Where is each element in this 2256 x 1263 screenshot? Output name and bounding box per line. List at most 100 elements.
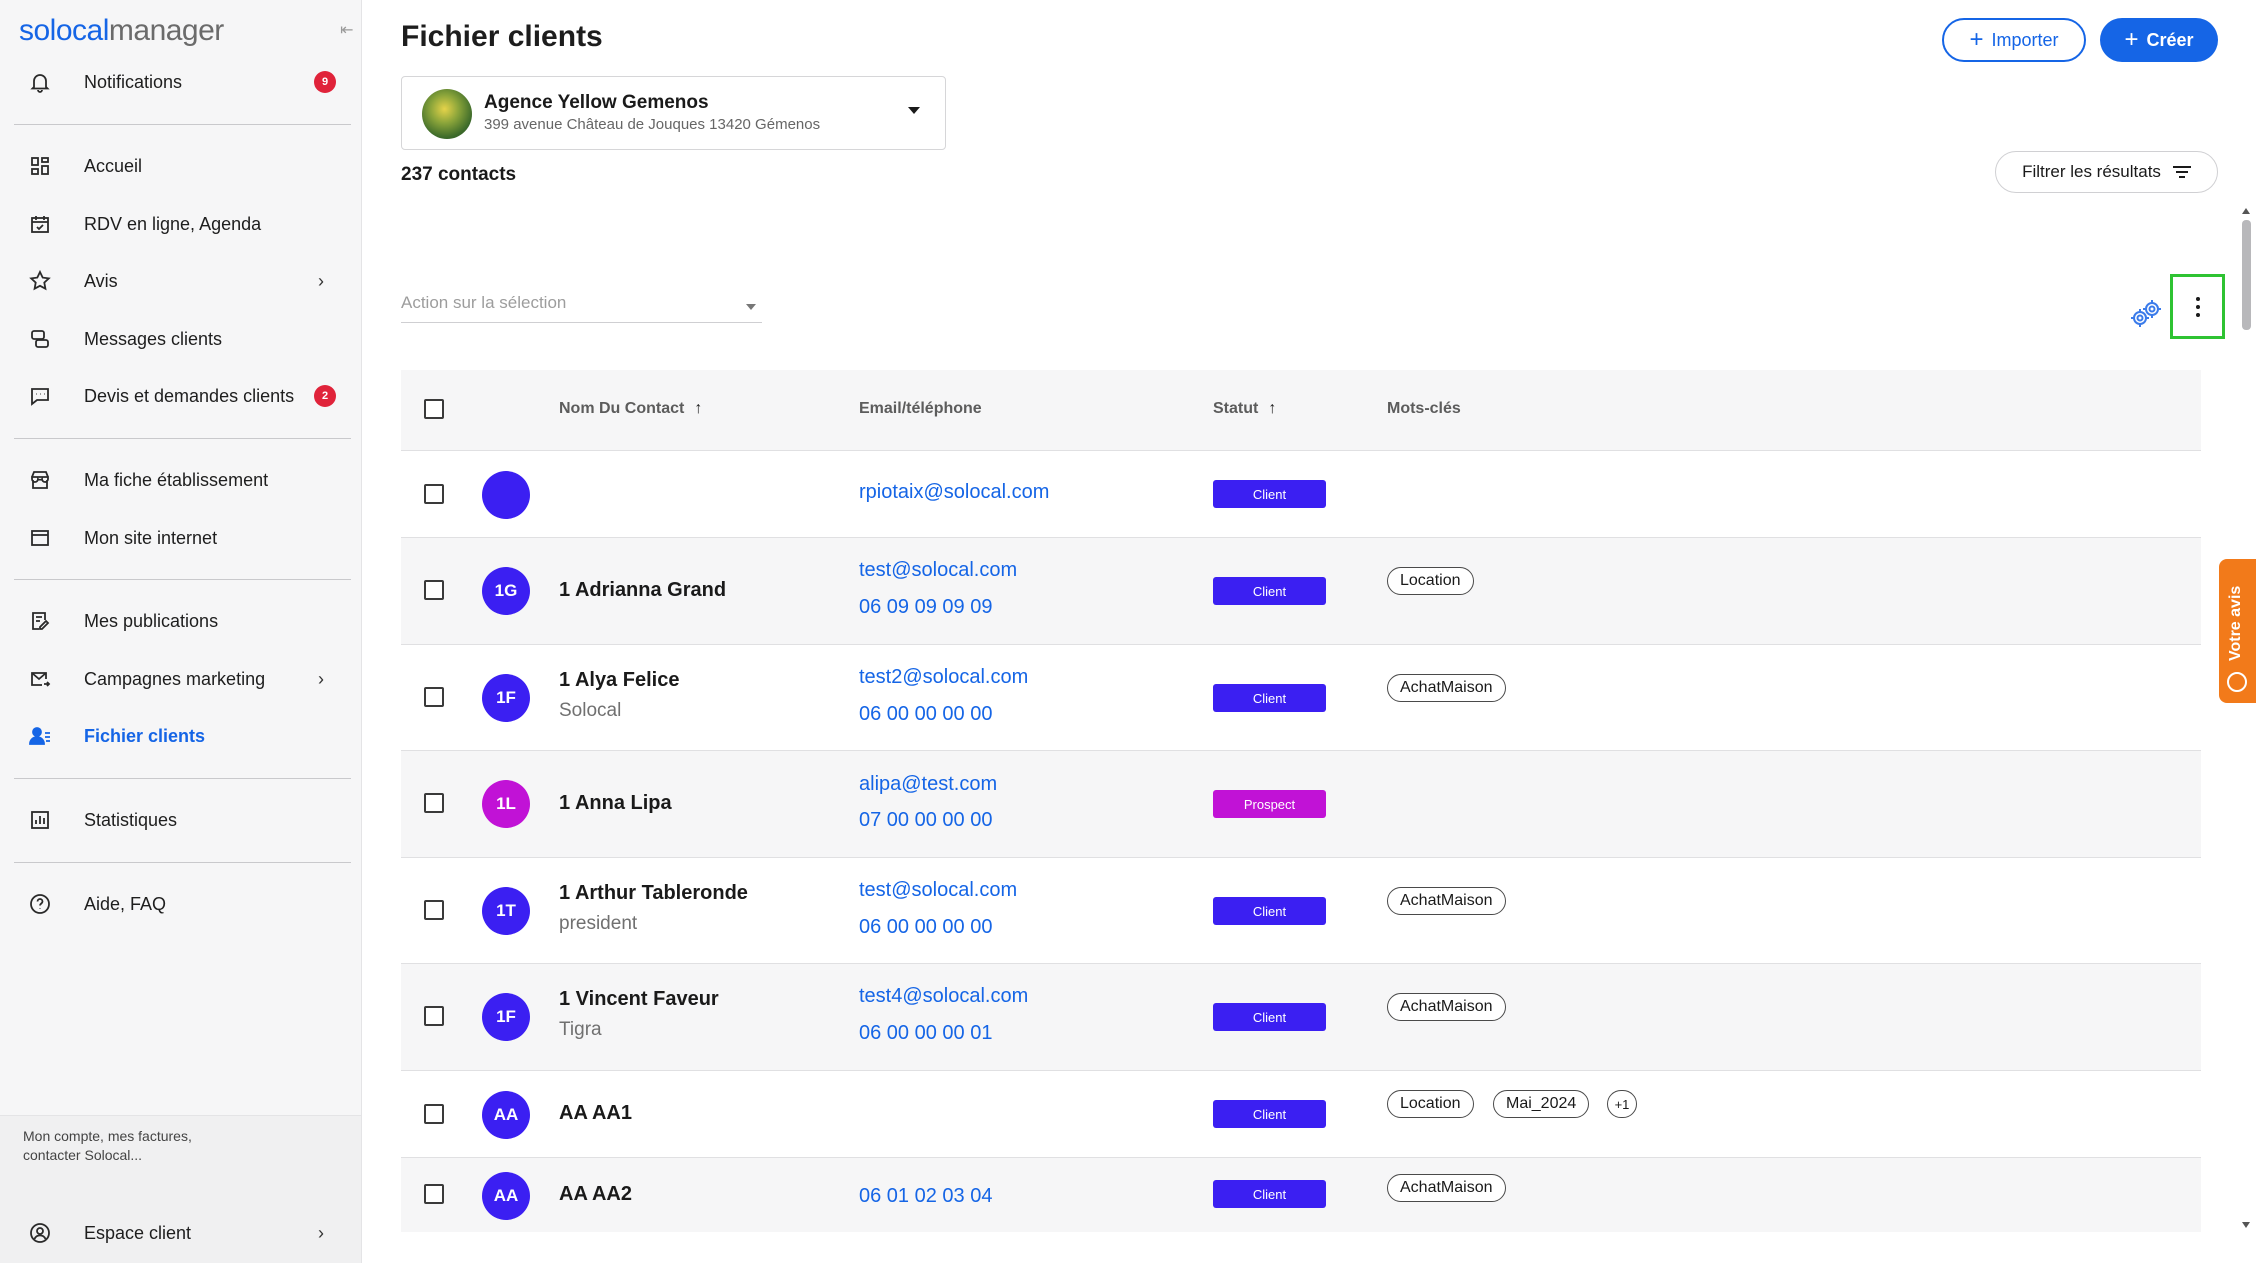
sidebar-item-agenda[interactable]: RDV en ligne, Agenda [14, 201, 350, 247]
more-options-button[interactable] [2170, 274, 2225, 339]
calendar-icon [18, 209, 62, 239]
table-row[interactable]: rpiotaix@solocal.com Client [401, 451, 2201, 538]
row-checkbox[interactable] [424, 900, 444, 920]
avatar: AA [482, 1091, 530, 1139]
contact-company: Tigra [559, 1019, 602, 1040]
contact-company: president [559, 913, 638, 934]
column-header-keywords: Mots-clés [1387, 400, 1461, 417]
contact-name[interactable]: 1 Anna Lipa [559, 792, 672, 815]
keyword-tag: AchatMaison [1387, 674, 1506, 702]
sidebar-item-avis[interactable]: Avis › [14, 258, 350, 304]
agency-selector[interactable]: Agence Yellow Gemenos 399 avenue Château… [401, 76, 946, 150]
sidebar-item-statistiques[interactable]: Statistiques [14, 797, 350, 843]
contact-email[interactable]: rpiotaix@solocal.com [859, 481, 1049, 504]
devis-badge: 2 [314, 385, 336, 407]
scrollbar[interactable] [2240, 208, 2252, 1233]
chevron-right-icon: › [318, 270, 324, 291]
scroll-up-icon[interactable] [2242, 208, 2250, 214]
table-row[interactable]: AA AA AA1 Client Location Mai_2024 +1 [401, 1071, 2201, 1158]
contact-name[interactable]: 1 Vincent Faveur [559, 988, 719, 1011]
scroll-down-icon[interactable] [2242, 1222, 2250, 1228]
settings-gears-icon[interactable] [2126, 294, 2166, 334]
row-checkbox[interactable] [424, 793, 444, 813]
sidebar-item-fiche[interactable]: Ma fiche établissement [14, 457, 350, 503]
solocal-logo[interactable]: solocalmanager [19, 14, 224, 48]
contact-phone[interactable]: 07 00 00 00 00 [859, 809, 992, 832]
sidebar-item-publications[interactable]: Mes publications [14, 598, 350, 644]
keyword-tag: Location [1387, 1090, 1474, 1118]
status-badge: Client [1213, 577, 1326, 605]
table-row[interactable]: 1F 1 Vincent Faveur Tigra test4@solocal.… [401, 964, 2201, 1071]
column-header-status[interactable]: Statut ↑ [1213, 400, 1276, 418]
keyword-tag: AchatMaison [1387, 1174, 1506, 1202]
select-all-checkbox[interactable] [424, 399, 444, 419]
contacts-count: 237 contacts [401, 164, 517, 185]
contact-phone[interactable]: 06 00 00 00 00 [859, 703, 992, 726]
avatar [482, 471, 530, 519]
column-header-name[interactable]: Nom Du Contact ↑ [559, 400, 702, 418]
help-icon [18, 889, 62, 919]
bulk-action-select[interactable]: Action sur la sélection [401, 293, 762, 323]
chevron-right-icon: › [318, 1222, 324, 1243]
account-section: Mon compte, mes factures, contacter Solo… [0, 1115, 361, 1263]
import-button[interactable]: + Importer [1942, 18, 2086, 62]
contact-name[interactable]: AA AA1 [559, 1102, 632, 1125]
sidebar-item-campagnes[interactable]: Campagnes marketing › [14, 656, 350, 702]
keyword-tag: AchatMaison [1387, 993, 1506, 1021]
contact-email[interactable]: test@solocal.com [859, 879, 1017, 902]
row-checkbox[interactable] [424, 1184, 444, 1204]
table-row[interactable]: AA AA AA2 06 01 02 03 04 Client AchatMai… [401, 1158, 2201, 1232]
table-row[interactable]: 1T 1 Arthur Tableronde president test@so… [401, 858, 2201, 964]
edit-doc-icon [18, 606, 62, 636]
collapse-sidebar-icon[interactable]: ⇤ [340, 22, 358, 40]
contact-email[interactable]: test@solocal.com [859, 559, 1017, 582]
avatar: 1F [482, 674, 530, 722]
sidebar-item-notifications[interactable]: Notifications 9 [14, 59, 350, 105]
contact-name[interactable]: AA AA2 [559, 1183, 632, 1206]
row-checkbox[interactable] [424, 687, 444, 707]
dropdown-caret-icon [746, 304, 756, 310]
sidebar-item-espace-client[interactable]: Espace client › [14, 1210, 350, 1256]
row-checkbox[interactable] [424, 1006, 444, 1026]
contact-phone[interactable]: 06 00 00 00 00 [859, 916, 992, 939]
status-badge: Client [1213, 1180, 1326, 1208]
create-button[interactable]: + Créer [2100, 18, 2218, 62]
row-checkbox[interactable] [424, 580, 444, 600]
agency-name: Agence Yellow Gemenos [484, 92, 709, 113]
scrollbar-thumb[interactable] [2242, 220, 2251, 330]
row-checkbox[interactable] [424, 484, 444, 504]
contact-email[interactable]: test2@solocal.com [859, 666, 1028, 689]
contact-phone[interactable]: 06 00 00 00 01 [859, 1022, 992, 1045]
agency-avatar [422, 89, 472, 139]
status-badge: Client [1213, 684, 1326, 712]
sidebar-item-accueil[interactable]: Accueil [14, 143, 350, 189]
plus-icon: + [2124, 26, 2139, 53]
feedback-tab[interactable]: Votre avis [2219, 559, 2256, 703]
filter-button[interactable]: Filtrer les résultats [1995, 151, 2218, 193]
contact-name[interactable]: 1 Arthur Tableronde [559, 882, 748, 905]
avatar: AA [482, 1172, 530, 1220]
status-badge: Client [1213, 897, 1326, 925]
table-row[interactable]: 1F 1 Alya Felice Solocal test2@solocal.c… [401, 645, 2201, 751]
contact-email[interactable]: alipa@test.com [859, 773, 997, 796]
row-checkbox[interactable] [424, 1104, 444, 1124]
contact-phone[interactable]: 06 09 09 09 09 [859, 596, 992, 619]
bell-icon [18, 67, 62, 97]
keyword-tag: Location [1387, 567, 1474, 595]
table-row[interactable]: 1G 1 Adrianna Grand test@solocal.com 06 … [401, 538, 2201, 645]
contact-name[interactable]: 1 Alya Felice [559, 669, 679, 692]
divider [14, 579, 351, 580]
contact-phone[interactable]: 06 01 02 03 04 [859, 1185, 992, 1208]
status-badge: Prospect [1213, 790, 1326, 818]
contact-name[interactable]: 1 Adrianna Grand [559, 579, 726, 602]
column-header-contact: Email/téléphone [859, 400, 982, 417]
filter-icon [2172, 165, 2191, 179]
table-row[interactable]: 1L 1 Anna Lipa alipa@test.com 07 00 00 0… [401, 751, 2201, 858]
sidebar-item-fichier-clients[interactable]: Fichier clients [14, 713, 350, 759]
sidebar-item-devis[interactable]: Devis et demandes clients 2 [14, 373, 350, 419]
sidebar-item-messages[interactable]: Messages clients [14, 316, 350, 362]
more-tags-badge[interactable]: +1 [1607, 1090, 1637, 1118]
sidebar-item-aide[interactable]: Aide, FAQ [14, 881, 350, 927]
sidebar-item-site[interactable]: Mon site internet [14, 515, 350, 561]
contact-email[interactable]: test4@solocal.com [859, 985, 1028, 1008]
